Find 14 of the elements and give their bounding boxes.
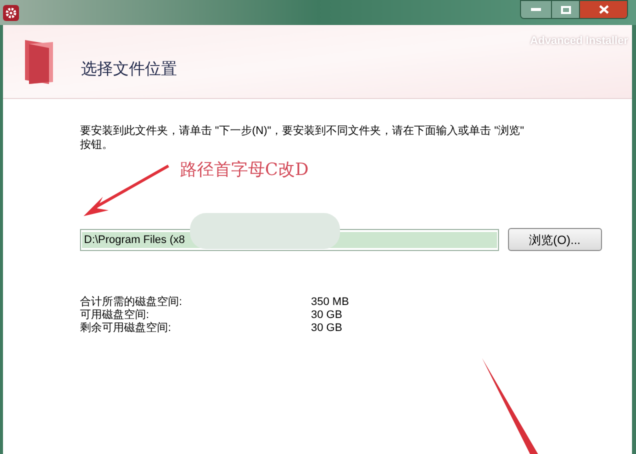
instruction-text: 要安装到此文件夹，请单击 "下一步(N)"，要安装到不同文件夹，请在下面输入或单击 "浏览" 按钮。: [80, 124, 526, 152]
disk-space-value: 30 GB: [311, 309, 342, 322]
close-icon: [598, 5, 608, 14]
page-title: 选择文件位置: [81, 60, 177, 80]
disk-space-label: 合计所需的磁盘空间:: [80, 296, 184, 308]
browse-button[interactable]: 浏览(O)...: [508, 228, 602, 251]
app-gear-icon: [2, 4, 20, 22]
disk-space-value: 350 MB: [311, 296, 349, 309]
maximize-button[interactable]: [551, 1, 579, 18]
disk-space-label: 可用磁盘空间:: [80, 309, 150, 322]
disk-space-value: 30 GB: [311, 322, 342, 335]
annotation-text: 路径首字母C改D: [180, 160, 309, 180]
disk-space-label: 剩余可用磁盘空间:: [80, 322, 172, 335]
close-button[interactable]: [579, 1, 627, 18]
